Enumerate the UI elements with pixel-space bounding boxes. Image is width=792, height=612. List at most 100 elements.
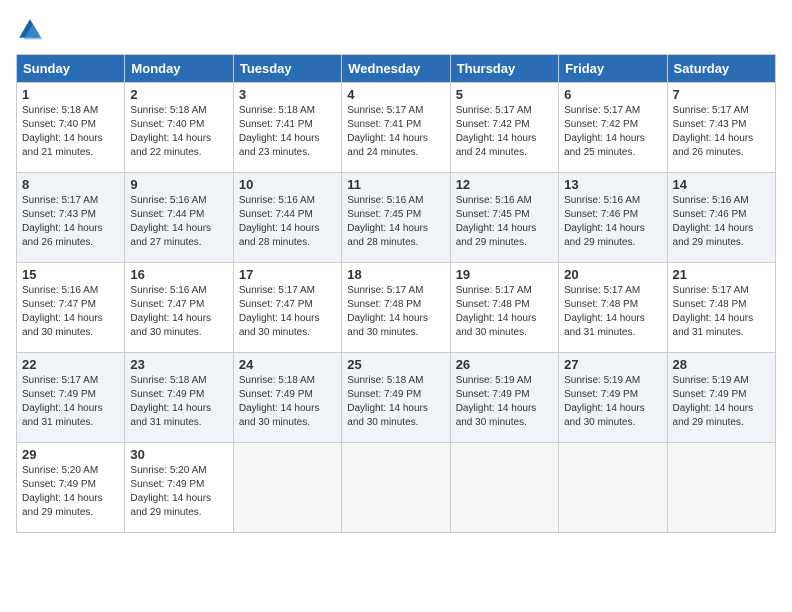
day-cell-5: 5 Sunrise: 5:17 AM Sunset: 7:42 PM Daylig… bbox=[450, 83, 558, 173]
day-cell-6: 6 Sunrise: 5:17 AM Sunset: 7:42 PM Daylig… bbox=[559, 83, 667, 173]
day-number: 13 bbox=[564, 177, 661, 192]
day-cell-21: 21 Sunrise: 5:17 AM Sunset: 7:48 PM Dayli… bbox=[667, 263, 775, 353]
empty-cell bbox=[559, 443, 667, 533]
day-number: 1 bbox=[22, 87, 119, 102]
day-number: 20 bbox=[564, 267, 661, 282]
empty-cell bbox=[667, 443, 775, 533]
day-number: 18 bbox=[347, 267, 444, 282]
day-cell-18: 18 Sunrise: 5:17 AM Sunset: 7:48 PM Dayli… bbox=[342, 263, 450, 353]
day-info: Sunrise: 5:17 AM Sunset: 7:42 PM Dayligh… bbox=[456, 104, 553, 160]
day-info: Sunrise: 5:18 AM Sunset: 7:40 PM Dayligh… bbox=[22, 104, 119, 160]
day-number: 15 bbox=[22, 267, 119, 282]
day-info: Sunrise: 5:17 AM Sunset: 7:48 PM Dayligh… bbox=[673, 284, 770, 340]
day-info: Sunrise: 5:17 AM Sunset: 7:48 PM Dayligh… bbox=[347, 284, 444, 340]
day-number: 14 bbox=[673, 177, 770, 192]
day-number: 22 bbox=[22, 357, 119, 372]
day-info: Sunrise: 5:20 AM Sunset: 7:49 PM Dayligh… bbox=[130, 464, 227, 520]
day-info: Sunrise: 5:16 AM Sunset: 7:47 PM Dayligh… bbox=[130, 284, 227, 340]
day-cell-4: 4 Sunrise: 5:17 AM Sunset: 7:41 PM Daylig… bbox=[342, 83, 450, 173]
day-info: Sunrise: 5:19 AM Sunset: 7:49 PM Dayligh… bbox=[564, 374, 661, 430]
day-info: Sunrise: 5:17 AM Sunset: 7:48 PM Dayligh… bbox=[456, 284, 553, 340]
day-cell-8: 8 Sunrise: 5:17 AM Sunset: 7:43 PM Daylig… bbox=[17, 173, 125, 263]
day-cell-17: 17 Sunrise: 5:17 AM Sunset: 7:47 PM Dayli… bbox=[233, 263, 341, 353]
day-info: Sunrise: 5:17 AM Sunset: 7:47 PM Dayligh… bbox=[239, 284, 336, 340]
day-cell-29: 29 Sunrise: 5:20 AM Sunset: 7:49 PM Dayli… bbox=[17, 443, 125, 533]
day-number: 4 bbox=[347, 87, 444, 102]
day-info: Sunrise: 5:18 AM Sunset: 7:49 PM Dayligh… bbox=[239, 374, 336, 430]
logo bbox=[16, 16, 48, 44]
day-cell-24: 24 Sunrise: 5:18 AM Sunset: 7:49 PM Dayli… bbox=[233, 353, 341, 443]
day-cell-7: 7 Sunrise: 5:17 AM Sunset: 7:43 PM Daylig… bbox=[667, 83, 775, 173]
day-cell-14: 14 Sunrise: 5:16 AM Sunset: 7:46 PM Dayli… bbox=[667, 173, 775, 263]
day-number: 17 bbox=[239, 267, 336, 282]
day-cell-23: 23Sunrise: 5:18 AM Sunset: 7:49 PM Dayli… bbox=[125, 353, 233, 443]
day-number: 6 bbox=[564, 87, 661, 102]
day-cell-25: 25 Sunrise: 5:18 AM Sunset: 7:49 PM Dayli… bbox=[342, 353, 450, 443]
day-info: Sunrise: 5:18 AM Sunset: 7:49 PM Dayligh… bbox=[130, 374, 227, 430]
empty-cell bbox=[450, 443, 558, 533]
day-cell-9: 9 Sunrise: 5:16 AM Sunset: 7:44 PM Daylig… bbox=[125, 173, 233, 263]
day-info: Sunrise: 5:17 AM Sunset: 7:41 PM Dayligh… bbox=[347, 104, 444, 160]
day-cell-26: 26 Sunrise: 5:19 AM Sunset: 7:49 PM Dayli… bbox=[450, 353, 558, 443]
day-number: 21 bbox=[673, 267, 770, 282]
header-friday: Friday bbox=[559, 55, 667, 83]
day-number: 2 bbox=[130, 87, 227, 102]
day-number: 11 bbox=[347, 177, 444, 192]
day-number: 16 bbox=[130, 267, 227, 282]
day-cell-22: 22 Sunrise: 5:17 AM Sunset: 7:49 PM Dayli… bbox=[17, 353, 125, 443]
day-info: Sunrise: 5:16 AM Sunset: 7:45 PM Dayligh… bbox=[456, 194, 553, 250]
logo-icon bbox=[16, 16, 44, 44]
calendar-header: SundayMondayTuesdayWednesdayThursdayFrid… bbox=[17, 55, 776, 83]
day-number: 25 bbox=[347, 357, 444, 372]
day-number: 30 bbox=[130, 447, 227, 462]
day-info: Sunrise: 5:16 AM Sunset: 7:44 PM Dayligh… bbox=[130, 194, 227, 250]
day-cell-3: 3Sunrise: 5:18 AM Sunset: 7:41 PM Daylig… bbox=[233, 83, 341, 173]
day-info: Sunrise: 5:17 AM Sunset: 7:49 PM Dayligh… bbox=[22, 374, 119, 430]
day-number: 19 bbox=[456, 267, 553, 282]
calendar-table: SundayMondayTuesdayWednesdayThursdayFrid… bbox=[16, 54, 776, 533]
day-number: 9 bbox=[130, 177, 227, 192]
day-info: Sunrise: 5:16 AM Sunset: 7:44 PM Dayligh… bbox=[239, 194, 336, 250]
header-wednesday: Wednesday bbox=[342, 55, 450, 83]
day-number: 27 bbox=[564, 357, 661, 372]
empty-cell bbox=[233, 443, 341, 533]
day-info: Sunrise: 5:19 AM Sunset: 7:49 PM Dayligh… bbox=[456, 374, 553, 430]
day-cell-13: 13 Sunrise: 5:16 AM Sunset: 7:46 PM Dayli… bbox=[559, 173, 667, 263]
header-tuesday: Tuesday bbox=[233, 55, 341, 83]
day-number: 24 bbox=[239, 357, 336, 372]
day-info: Sunrise: 5:17 AM Sunset: 7:43 PM Dayligh… bbox=[673, 104, 770, 160]
day-cell-12: 12 Sunrise: 5:16 AM Sunset: 7:45 PM Dayli… bbox=[450, 173, 558, 263]
day-info: Sunrise: 5:17 AM Sunset: 7:42 PM Dayligh… bbox=[564, 104, 661, 160]
day-info: Sunrise: 5:16 AM Sunset: 7:47 PM Dayligh… bbox=[22, 284, 119, 340]
day-cell-15: 15 Sunrise: 5:16 AM Sunset: 7:47 PM Dayli… bbox=[17, 263, 125, 353]
day-cell-11: 11 Sunrise: 5:16 AM Sunset: 7:45 PM Dayli… bbox=[342, 173, 450, 263]
day-number: 29 bbox=[22, 447, 119, 462]
day-info: Sunrise: 5:18 AM Sunset: 7:49 PM Dayligh… bbox=[347, 374, 444, 430]
day-info: Sunrise: 5:20 AM Sunset: 7:49 PM Dayligh… bbox=[22, 464, 119, 520]
day-info: Sunrise: 5:16 AM Sunset: 7:46 PM Dayligh… bbox=[673, 194, 770, 250]
day-cell-20: 20Sunrise: 5:17 AM Sunset: 7:48 PM Dayli… bbox=[559, 263, 667, 353]
day-cell-28: 28Sunrise: 5:19 AM Sunset: 7:49 PM Dayli… bbox=[667, 353, 775, 443]
day-info: Sunrise: 5:16 AM Sunset: 7:46 PM Dayligh… bbox=[564, 194, 661, 250]
header-thursday: Thursday bbox=[450, 55, 558, 83]
day-info: Sunrise: 5:18 AM Sunset: 7:41 PM Dayligh… bbox=[239, 104, 336, 160]
day-cell-27: 27 Sunrise: 5:19 AM Sunset: 7:49 PM Dayli… bbox=[559, 353, 667, 443]
day-number: 8 bbox=[22, 177, 119, 192]
header-sunday: Sunday bbox=[17, 55, 125, 83]
day-number: 5 bbox=[456, 87, 553, 102]
day-number: 7 bbox=[673, 87, 770, 102]
day-cell-2: 2 Sunrise: 5:18 AM Sunset: 7:40 PM Daylig… bbox=[125, 83, 233, 173]
header-saturday: Saturday bbox=[667, 55, 775, 83]
day-cell-19: 19 Sunrise: 5:17 AM Sunset: 7:48 PM Dayli… bbox=[450, 263, 558, 353]
day-info: Sunrise: 5:19 AM Sunset: 7:49 PM Dayligh… bbox=[673, 374, 770, 430]
page-header bbox=[16, 16, 776, 44]
day-number: 26 bbox=[456, 357, 553, 372]
day-number: 10 bbox=[239, 177, 336, 192]
day-number: 12 bbox=[456, 177, 553, 192]
day-cell-10: 10 Sunrise: 5:16 AM Sunset: 7:44 PM Dayli… bbox=[233, 173, 341, 263]
day-info: Sunrise: 5:17 AM Sunset: 7:43 PM Dayligh… bbox=[22, 194, 119, 250]
empty-cell bbox=[342, 443, 450, 533]
day-cell-16: 16 Sunrise: 5:16 AM Sunset: 7:47 PM Dayli… bbox=[125, 263, 233, 353]
day-info: Sunrise: 5:18 AM Sunset: 7:40 PM Dayligh… bbox=[130, 104, 227, 160]
day-info: Sunrise: 5:16 AM Sunset: 7:45 PM Dayligh… bbox=[347, 194, 444, 250]
